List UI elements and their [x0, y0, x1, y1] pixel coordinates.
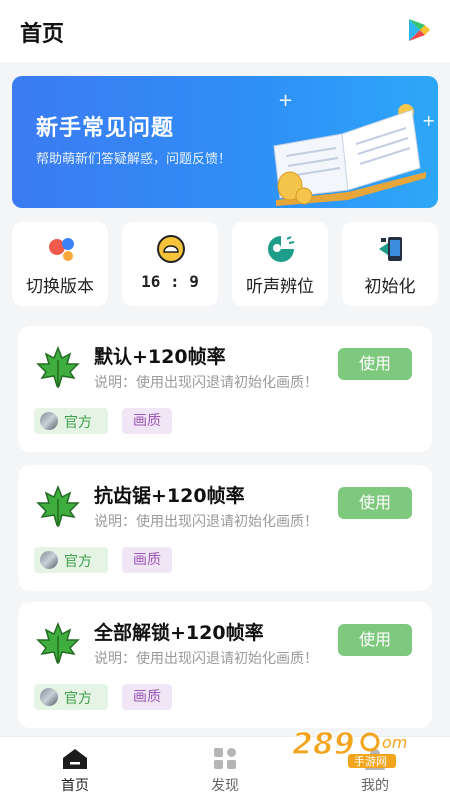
- tab-discover[interactable]: 发现: [150, 737, 300, 800]
- tab-home[interactable]: 首页: [0, 737, 150, 800]
- reset-icon: [379, 237, 402, 261]
- official-tag: 官方: [34, 684, 108, 710]
- sound-locate-icon: [268, 236, 295, 262]
- official-tag-label: 官方: [64, 415, 92, 431]
- faq-banner[interactable]: 新手常见问题 帮助萌新们答疑解惑，问题反馈！ + +: [12, 76, 438, 208]
- quick-label: 切换版本: [26, 277, 94, 297]
- quick-label: 听声辨位: [246, 277, 314, 297]
- avatar: [40, 412, 58, 430]
- svg-text:om: om: [382, 733, 407, 752]
- svg-text:手游网: 手游网: [354, 754, 387, 768]
- config-description: 说明：使用出现闪退请初始化画质！: [94, 375, 318, 391]
- play-store-icon[interactable]: [406, 17, 432, 43]
- svg-text:+: +: [422, 111, 435, 130]
- switch-version-icon: [49, 238, 74, 261]
- maple-leaf-icon: [36, 622, 80, 664]
- aspect-ratio-icon: [157, 235, 185, 263]
- top-bar: 首页: [0, 0, 450, 62]
- use-button[interactable]: 使用: [338, 624, 412, 656]
- watermark-logo: 289 om 手游网: [291, 726, 407, 768]
- open-book-illustration: + +: [273, 90, 435, 206]
- banner-title: 新手常见问题: [36, 116, 175, 141]
- official-tag-label: 官方: [64, 554, 92, 570]
- tab-label: 发现: [211, 778, 239, 794]
- config-title: 抗齿锯+120帧率: [94, 485, 245, 507]
- category-tag: 画质: [122, 547, 172, 573]
- category-tag: 画质: [122, 684, 172, 710]
- page-title: 首页: [20, 22, 65, 47]
- config-title: 默认+120帧率: [94, 346, 226, 368]
- config-card: 抗齿锯+120帧率 说明：使用出现闪退请初始化画质！ 使用 官方 画质: [18, 465, 432, 591]
- discover-grid-icon: [214, 748, 236, 769]
- official-tag: 官方: [34, 547, 108, 573]
- quick-sound-locate[interactable]: 听声辨位: [232, 222, 328, 306]
- config-title: 全部解锁+120帧率: [94, 622, 264, 644]
- tab-label: 我的: [361, 778, 389, 794]
- svg-text:289: 289: [292, 727, 355, 762]
- banner-subtitle: 帮助萌新们答疑解惑，问题反馈！: [36, 152, 232, 167]
- official-tag: 官方: [34, 408, 108, 434]
- maple-leaf-icon: [36, 485, 80, 527]
- tab-label: 首页: [61, 778, 89, 794]
- category-tag: 画质: [122, 408, 172, 434]
- config-description: 说明：使用出现闪退请初始化画质！: [94, 514, 318, 530]
- quick-label: 初始化: [364, 277, 416, 297]
- avatar: [40, 688, 58, 706]
- quick-reset[interactable]: 初始化: [342, 222, 438, 306]
- avatar: [40, 551, 58, 569]
- use-button[interactable]: 使用: [338, 487, 412, 519]
- quick-label: 16 : 9: [141, 272, 199, 291]
- quick-switch-version[interactable]: 切换版本: [12, 222, 108, 306]
- official-tag-label: 官方: [64, 691, 92, 707]
- config-card: 全部解锁+120帧率 说明：使用出现闪退请初始化画质！ 使用 官方 画质: [18, 602, 432, 728]
- config-card: 默认+120帧率 说明：使用出现闪退请初始化画质！ 使用 官方 画质: [18, 326, 432, 452]
- quick-aspect-ratio[interactable]: 16 : 9: [122, 222, 218, 306]
- maple-leaf-icon: [36, 346, 80, 388]
- home-icon: [63, 749, 87, 769]
- config-description: 说明：使用出现闪退请初始化画质！: [94, 651, 318, 667]
- svg-text:+: +: [278, 90, 293, 111]
- use-button[interactable]: 使用: [338, 348, 412, 380]
